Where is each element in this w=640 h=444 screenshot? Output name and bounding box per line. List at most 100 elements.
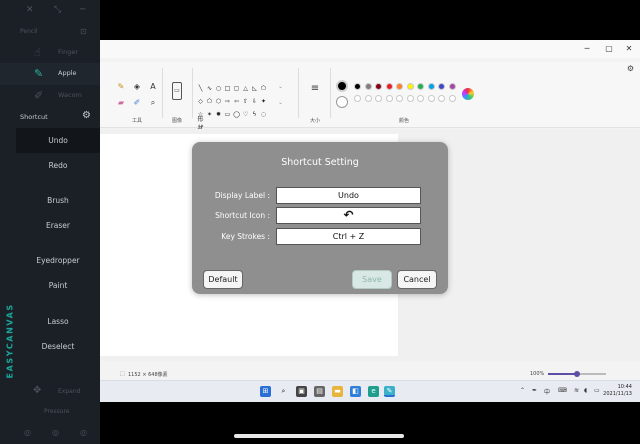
image-group-label: 图像	[171, 118, 182, 124]
tray-chevron-icon[interactable]: ⌃	[520, 387, 525, 394]
gear-icon[interactable]: ⚙	[82, 110, 91, 121]
color-swatch[interactable]	[417, 95, 424, 102]
shortcut-redo[interactable]: Redo	[16, 153, 100, 178]
input-wacom[interactable]: ✐ Wacom	[0, 85, 100, 107]
shortcut-eraser[interactable]: Eraser	[16, 213, 100, 238]
eraser-tool-icon[interactable]: ▰	[116, 98, 126, 108]
color-swatch[interactable]	[385, 83, 393, 90]
input-apple[interactable]: ✎ Apple	[0, 63, 100, 85]
shortcut-icon-picker[interactable]: ↶	[276, 207, 421, 224]
task-view-icon[interactable]: ▣	[296, 386, 307, 397]
key-strokes-input[interactable]: Ctrl + Z	[276, 228, 421, 245]
color-swatch[interactable]	[354, 95, 361, 102]
shortcut-paint[interactable]: Paint	[16, 273, 100, 298]
widgets-icon[interactable]: ▤	[314, 386, 325, 397]
minimize-icon[interactable]: ─	[580, 43, 594, 55]
shortcut-undo[interactable]: Undo	[16, 128, 100, 153]
display-label-label: Display Label :	[214, 191, 270, 200]
color-picker-tool-icon[interactable]: ✐	[132, 98, 142, 108]
resize-panel-icon[interactable]: ⤡	[54, 5, 61, 15]
close-panel-icon[interactable]: ✕	[26, 5, 34, 15]
default-button[interactable]: Default	[203, 270, 243, 289]
pencil-settings-icon[interactable]: ⊡	[80, 27, 87, 36]
store-icon[interactable]: ◧	[350, 386, 361, 397]
minimize-panel-icon[interactable]: ─	[80, 5, 85, 15]
color-swatch[interactable]	[438, 95, 445, 102]
paint-statusbar: ⬚ 1152 × 648像素 100%	[100, 368, 640, 380]
display-label-input[interactable]: Undo	[276, 187, 421, 204]
volume-icon[interactable]: ◖	[584, 387, 587, 394]
search-icon[interactable]: ⌕	[278, 386, 289, 397]
color-swatch[interactable]	[375, 95, 382, 102]
input-language[interactable]: 中	[544, 387, 550, 396]
close-icon[interactable]: ✕	[622, 43, 636, 55]
fill-dropdown-icon[interactable]: ⌄	[276, 98, 285, 107]
panel-bottom-icon-2[interactable]: ◎	[52, 428, 59, 437]
outline-dropdown-icon[interactable]: ⌄	[276, 82, 285, 91]
keyboard-icon[interactable]: ⌨	[558, 387, 567, 394]
color-swatch[interactable]	[406, 95, 414, 102]
panel-bottom-icon-1[interactable]: ◎	[24, 428, 31, 437]
panel-bottom-icon-3[interactable]: ◎	[80, 428, 87, 437]
save-button[interactable]: Save	[352, 270, 392, 289]
color-swatch[interactable]	[396, 95, 403, 102]
text-tool-icon[interactable]: A	[148, 82, 158, 92]
color-swatch[interactable]	[396, 83, 403, 90]
pencil-tool-icon[interactable]: ✎	[116, 82, 126, 92]
windows-taskbar: ⊞ ⌕ ▣ ▤ ▬ ◧ e ✎ ⌃ ✒ 中 ⌨ ≋ ◖ ▭ 10:44 2021…	[100, 380, 640, 402]
color-swatch[interactable]	[354, 83, 361, 90]
paint-ribbon: ⚙ ✎ ◈ A ▰ ✐ ⌕ 工具 ▭ 图像 ╲ ∿ ○ □ ▢ △ ◺ ⬠ ◇ …	[100, 62, 640, 132]
shortcut-lasso[interactable]: Lasso	[16, 309, 100, 334]
undo-arrow-icon: ↶	[343, 208, 354, 222]
system-clock[interactable]: 10:44 2021/11/13	[603, 384, 632, 398]
color-swatch[interactable]	[448, 83, 456, 90]
home-indicator	[234, 434, 404, 438]
color-swatch[interactable]	[438, 83, 445, 90]
line-size-icon[interactable]: ≡	[310, 84, 320, 94]
apple-pencil-icon: ✎	[34, 67, 44, 80]
color-swatch[interactable]	[385, 95, 393, 102]
size-group: ≡ 大小	[304, 64, 326, 126]
zoom-slider[interactable]	[548, 371, 606, 377]
pen-icon[interactable]: ✒	[532, 387, 537, 394]
color-swatch[interactable]	[427, 95, 435, 102]
cancel-button[interactable]: Cancel	[397, 270, 437, 289]
pencil-section-label: Pencil	[20, 28, 38, 35]
select-tool-icon[interactable]: ▭	[172, 82, 182, 100]
fill-tool-icon[interactable]: ◈	[132, 82, 142, 92]
color-swatch[interactable]	[448, 95, 456, 102]
expand-icon[interactable]: ✥	[33, 385, 41, 396]
zoom-slider-thumb[interactable]	[574, 371, 580, 377]
edit-colors-icon[interactable]	[462, 88, 474, 100]
input-finger[interactable]: ☝ Finger	[0, 42, 100, 64]
battery-icon[interactable]: ▭	[594, 387, 600, 394]
shapes-gallery[interactable]: ╲ ∿ ○ □ ▢ △ ◺ ⬠ ◇ ⬠ ⬡ ⇨ ⇦ ⇧ ⇩ ✦ ☆ ✶ ✹ ▭ ◯ ♡ ϟ ◌	[196, 80, 270, 119]
pressure-label[interactable]: Pressure	[44, 408, 70, 415]
shortcut-deselect[interactable]: Deselect	[16, 334, 100, 359]
primary-color-swatch[interactable]	[336, 80, 348, 92]
wifi-icon[interactable]: ≋	[574, 387, 579, 394]
color-swatch[interactable]	[417, 83, 424, 90]
color-swatch[interactable]	[427, 83, 435, 90]
shortcut-brush[interactable]: Brush	[16, 188, 100, 213]
maximize-icon[interactable]: ▢	[602, 43, 616, 55]
color-swatch[interactable]	[375, 83, 382, 90]
start-icon[interactable]: ⊞	[260, 386, 271, 397]
key-strokes-label: Key Strokes :	[221, 232, 270, 241]
edge-icon[interactable]: e	[368, 386, 379, 397]
magnifier-tool-icon[interactable]: ⌕	[148, 98, 158, 108]
file-explorer-icon[interactable]: ▬	[332, 386, 343, 397]
secondary-color-swatch[interactable]	[336, 96, 348, 108]
expand-label[interactable]: Expand	[58, 388, 80, 395]
colors-group: 颜色	[334, 64, 474, 126]
shortcut-section-title: Shortcut	[20, 113, 48, 121]
shortcut-setting-dialog: Shortcut Setting Display Label : Undo Sh…	[192, 142, 448, 294]
color-swatch[interactable]	[364, 95, 372, 102]
dialog-title: Shortcut Setting	[281, 157, 359, 168]
clock-time: 10:44	[617, 384, 632, 390]
shortcut-eyedropper[interactable]: Eyedropper	[16, 248, 100, 273]
color-swatch[interactable]	[364, 83, 372, 90]
color-swatch[interactable]	[406, 83, 414, 90]
settings-icon[interactable]: ⚙	[627, 64, 634, 73]
paint-app-icon[interactable]: ✎	[384, 386, 395, 397]
